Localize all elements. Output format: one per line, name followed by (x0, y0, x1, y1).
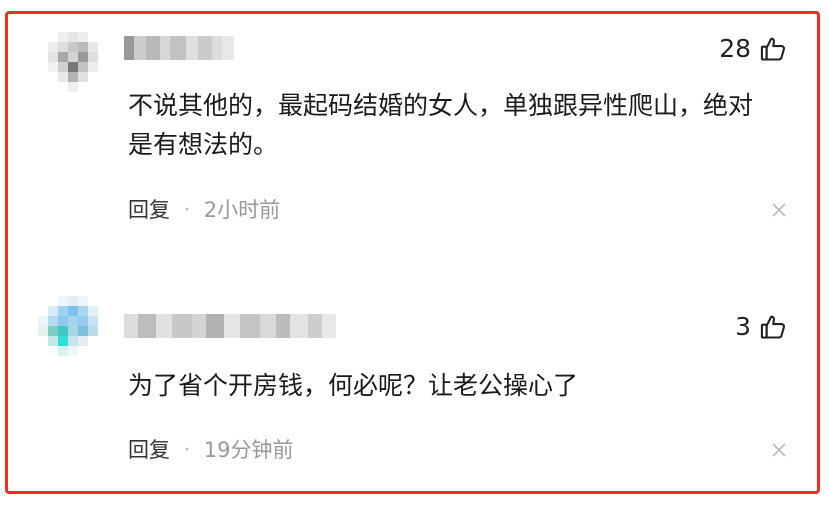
avatar[interactable] (38, 32, 108, 102)
username-blurred[interactable] (124, 36, 244, 60)
separator-dot: · (184, 438, 190, 460)
like-button[interactable]: 3 (735, 312, 787, 341)
like-count: 3 (735, 312, 751, 341)
close-icon[interactable] (769, 440, 789, 460)
timestamp: 19分钟前 (203, 438, 294, 462)
username-blurred[interactable] (124, 314, 336, 338)
thumbs-up-icon (760, 37, 786, 61)
thumbs-up-icon (760, 315, 786, 339)
close-icon[interactable] (769, 200, 789, 220)
comment-text: 为了省个开房钱，何必呢？让老公操心了 (128, 371, 579, 400)
avatar[interactable] (38, 296, 108, 366)
comment-panel: 28 不说其他的，最起码结婚的女人，单独跟异性爬山，绝对是有想法的。 回复 · … (5, 11, 820, 494)
like-count: 28 (719, 34, 751, 63)
like-button[interactable]: 28 (719, 34, 787, 63)
comment-text: 不说其他的，最起码结婚的女人，单独跟异性爬山，绝对是有想法的。 (128, 91, 754, 159)
timestamp: 2小时前 (203, 198, 281, 222)
comment-meta: 回复 · 2小时前 (128, 194, 280, 224)
reply-button[interactable]: 回复 (128, 194, 170, 224)
separator-dot: · (184, 198, 190, 220)
reply-button[interactable]: 回复 (128, 434, 170, 464)
comment-meta: 回复 · 19分钟前 (128, 434, 293, 464)
